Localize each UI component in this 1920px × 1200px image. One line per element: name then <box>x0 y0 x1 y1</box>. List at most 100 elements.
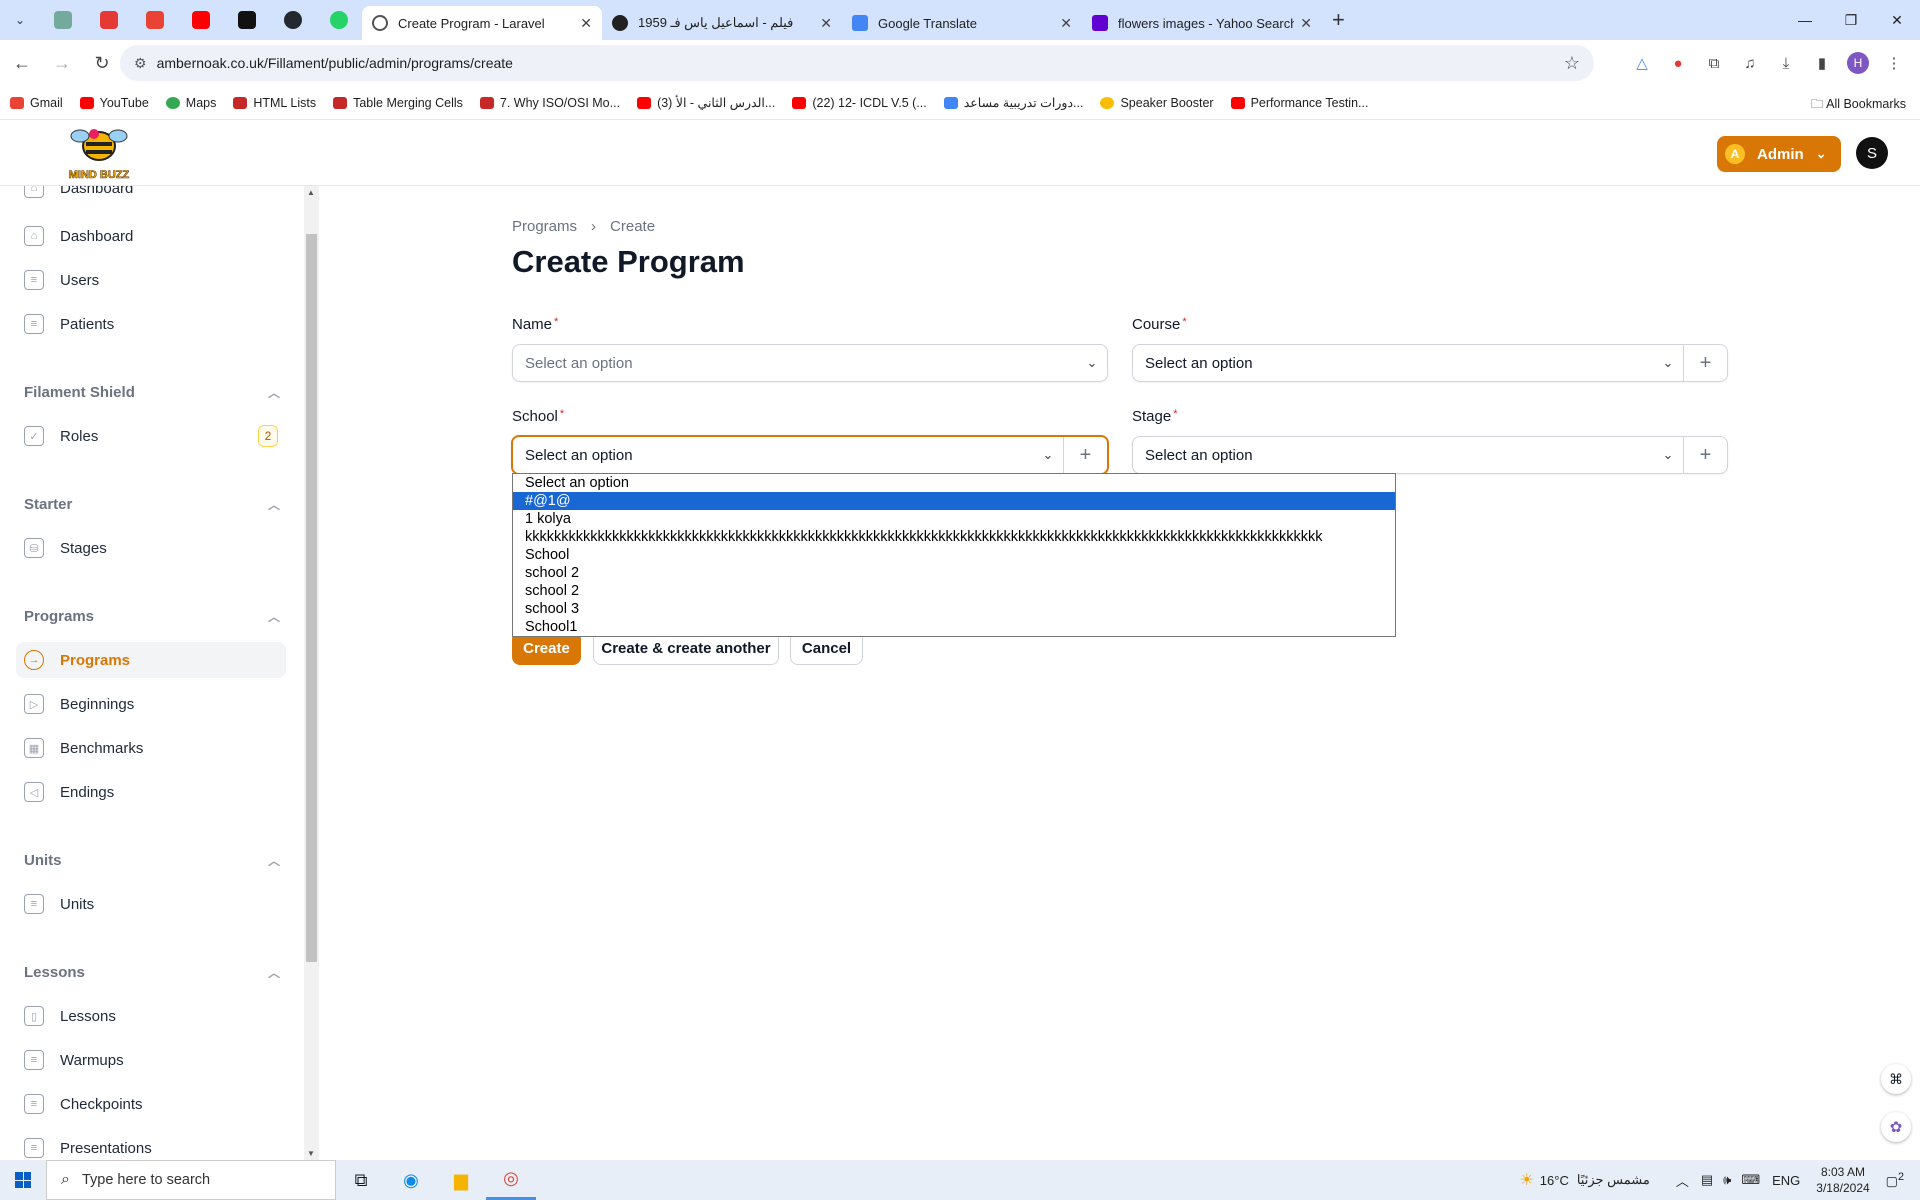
school-option-highlighted[interactable]: #@1@ <box>513 492 1395 510</box>
group-units[interactable]: Units ︿ <box>24 852 280 869</box>
all-bookmarks[interactable]: 🗀 All Bookmarks <box>1811 95 1906 116</box>
translate-page-icon[interactable]: ⌘ <box>1881 1064 1911 1094</box>
weather-desc[interactable]: مشمس جزئيًا <box>1577 1172 1650 1188</box>
school-option[interactable]: school 2 <box>513 564 1395 582</box>
bookmark-item[interactable]: YouTube <box>79 96 149 110</box>
sidebar-item-users[interactable]: ≡ Users <box>16 262 286 298</box>
add-stage-icon[interactable]: + <box>1683 437 1727 473</box>
reload-icon[interactable]: ↻ <box>84 45 120 81</box>
restore-icon[interactable]: ❐ <box>1828 0 1874 40</box>
task-view-icon[interactable]: ⧉ <box>336 1160 386 1200</box>
sidebar-item-beginnings[interactable]: ▷ Beginnings <box>16 686 286 722</box>
minimize-icon[interactable]: — <box>1782 0 1828 40</box>
sidebar-item-patients[interactable]: ≡ Patients <box>16 306 286 342</box>
pinned-tab-1[interactable] <box>40 0 86 40</box>
menu-icon[interactable]: ⋮ <box>1878 48 1910 78</box>
sidepanel-icon[interactable]: ▮ <box>1806 48 1838 78</box>
sidebar-item-warmups[interactable]: ≡ Warmups <box>16 1042 286 1078</box>
scroll-up-icon[interactable]: ▲ <box>307 188 315 197</box>
weather-temp[interactable]: 16°C <box>1540 1173 1569 1188</box>
sidebar-item-stages[interactable]: ⛁ Stages <box>16 530 286 566</box>
tenant-switcher-button[interactable]: A Admin ⌄ <box>1717 136 1841 172</box>
weather-icon[interactable]: ☀ <box>1519 1170 1533 1190</box>
file-explorer-icon[interactable]: ▆ <box>436 1160 486 1200</box>
extension-icon[interactable]: ● <box>1662 48 1694 78</box>
user-avatar[interactable]: S <box>1856 137 1888 169</box>
sidebar-item-benchmarks[interactable]: ▦ Benchmarks <box>16 730 286 766</box>
drive-icon[interactable]: △ <box>1626 48 1658 78</box>
sidebar-item-endings[interactable]: ◁ Endings <box>16 774 286 810</box>
sidebar-item-units[interactable]: ≡ Units <box>16 886 286 922</box>
profile-avatar[interactable]: H <box>1847 52 1869 74</box>
school-option[interactable]: Select an option <box>513 474 1395 492</box>
school-option[interactable]: School1 <box>513 618 1395 636</box>
pinned-tab-6[interactable] <box>270 0 316 40</box>
tab-google-translate[interactable]: Google Translate ✕ <box>842 6 1082 40</box>
ai-assistant-icon[interactable]: ✿ <box>1881 1112 1911 1142</box>
tab-film[interactable]: 1959 فيلم - اسماعيل ياس فـ ✕ <box>602 6 842 40</box>
back-icon[interactable]: ← <box>4 45 40 81</box>
site-info-icon[interactable]: ⚙ <box>134 55 147 72</box>
school-option[interactable]: school 2 <box>513 582 1395 600</box>
sidebar-item-dashboard-partial[interactable]: ⌂ Dashboard <box>16 186 286 206</box>
bookmark-item[interactable]: 7. Why ISO/OSI Mo... <box>479 96 620 110</box>
sidebar-item-lessons[interactable]: ▯ Lessons <box>16 998 286 1034</box>
speaker-icon[interactable]: 🕪 <box>1723 1172 1731 1188</box>
scroll-down-icon[interactable]: ▼ <box>307 1149 315 1158</box>
sidebar-item-presentations[interactable]: ≡ Presentations <box>16 1130 286 1160</box>
pinned-tab-3[interactable] <box>132 0 178 40</box>
tab-yahoo[interactable]: flowers images - Yahoo Search ✕ <box>1082 6 1322 40</box>
bookmark-item[interactable]: Gmail <box>10 96 63 110</box>
tab-search-icon[interactable]: ⌄ <box>0 0 40 40</box>
bookmark-star-icon[interactable]: ☆ <box>1564 53 1580 74</box>
sidebar-scrollbar[interactable]: ▲ ▼ <box>304 186 319 1160</box>
puzzle-icon[interactable]: ⧉ <box>1698 48 1730 78</box>
add-course-icon[interactable]: + <box>1683 345 1727 381</box>
breadcrumb-programs[interactable]: Programs <box>512 218 577 235</box>
chevron-up-icon[interactable]: ︿ <box>1676 1171 1689 1190</box>
add-school-icon[interactable]: + <box>1063 437 1107 473</box>
download-icon[interactable]: ⤓ <box>1770 48 1802 78</box>
sidebar-item-programs[interactable]: → Programs <box>16 642 286 678</box>
bookmark-item[interactable]: Maps <box>165 96 216 110</box>
clock[interactable]: 8:03 AM 3/18/2024 <box>1816 1164 1869 1196</box>
group-starter[interactable]: Starter ︿ <box>24 496 280 513</box>
name-select[interactable]: Select an option ⌄ <box>512 344 1108 382</box>
close-window-icon[interactable]: ✕ <box>1874 0 1920 40</box>
close-icon[interactable]: ✕ <box>820 15 832 32</box>
group-programs[interactable]: Programs ︿ <box>24 608 280 625</box>
scrollbar-thumb[interactable] <box>306 234 317 962</box>
stage-select[interactable]: Select an option ⌄ + <box>1132 436 1728 474</box>
taskbar-search[interactable]: ⌕ Type here to search <box>46 1160 336 1200</box>
group-lessons[interactable]: Lessons ︿ <box>24 964 280 981</box>
sidebar-item-roles[interactable]: ✓ Roles 2 <box>16 418 286 454</box>
group-filament-shield[interactable]: Filament Shield ︿ <box>24 384 280 401</box>
notifications-icon[interactable]: ▢2 <box>1886 1171 1904 1189</box>
forward-icon[interactable]: → <box>44 45 80 81</box>
bookmark-item[interactable]: دورات تدريبية مساعد... <box>943 95 1083 110</box>
bookmark-item[interactable]: HTML Lists <box>233 96 316 110</box>
school-option[interactable]: school 3 <box>513 600 1395 618</box>
close-icon[interactable]: ✕ <box>580 15 592 32</box>
school-option[interactable]: School <box>513 546 1395 564</box>
pinned-tab-2[interactable] <box>86 0 132 40</box>
close-icon[interactable]: ✕ <box>1300 15 1312 32</box>
url-field[interactable]: ⚙ ambernoak.co.uk/Fillament/public/admin… <box>120 45 1594 81</box>
tab-create-program[interactable]: Create Program - Laravel ✕ <box>362 6 602 40</box>
media-icon[interactable]: ♫ <box>1734 48 1766 78</box>
course-select[interactable]: Select an option ⌄ + <box>1132 344 1728 382</box>
sidebar-item-checkpoints[interactable]: ≡ Checkpoints <box>16 1086 286 1122</box>
pinned-tab-7[interactable] <box>316 0 362 40</box>
pinned-tab-5[interactable] <box>224 0 270 40</box>
bookmark-item[interactable]: Table Merging Cells <box>333 96 463 110</box>
bookmark-item[interactable]: Speaker Booster <box>1100 96 1214 110</box>
pinned-tab-4[interactable] <box>178 0 224 40</box>
school-option[interactable]: kkkkkkkkkkkkkkkkkkkkkkkkkkkkkkkkkkkkkkkk… <box>513 528 1395 546</box>
network-icon[interactable]: ▤ <box>1701 1172 1713 1188</box>
mind-buzz-logo[interactable]: MIND BUZZ <box>60 122 138 184</box>
sidebar-item-dashboard[interactable]: ⌂ Dashboard <box>16 218 286 254</box>
language-indicator[interactable]: ENG <box>1772 1173 1800 1188</box>
chrome-icon[interactable]: ◎ <box>486 1160 536 1200</box>
keyboard-icon[interactable]: ⌨ <box>1741 1172 1760 1188</box>
close-icon[interactable]: ✕ <box>1060 15 1072 32</box>
